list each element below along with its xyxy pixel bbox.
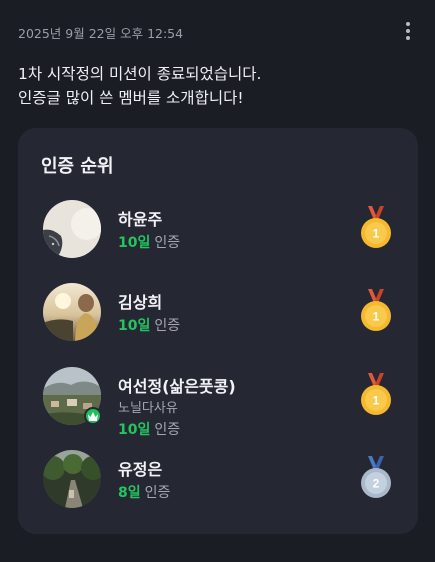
message-line-1: 1차 시작정의 미션이 종료되었습니다. [18, 65, 262, 83]
member-name: 김상희 [118, 293, 163, 312]
member-name: 여선정(삶은풋콩) [118, 377, 236, 396]
avatar[interactable] [43, 283, 101, 341]
days-value: 10일 [118, 422, 151, 438]
silver-medal-icon: 2 [361, 456, 391, 498]
ranking-row[interactable]: 여선정(삶은풋콩) 노닐다사유 10일 인증 1 [43, 367, 393, 438]
certification-count: 8일 인증 [118, 482, 170, 502]
gold-medal-icon: 1 [361, 289, 391, 331]
kebab-dot-icon [406, 22, 410, 26]
gold-medal-icon: 1 [361, 373, 391, 415]
days-label: 인증 [154, 318, 181, 334]
days-label: 인증 [154, 422, 181, 438]
post-message: 1차 시작정의 미션이 종료되었습니다. 인증글 많이 쓴 멤버를 소개합니다! [18, 62, 261, 110]
days-value: 10일 [118, 318, 151, 334]
post-timestamp: 2025년 9월 22일 오후 12:54 [18, 26, 184, 41]
days-label: 인증 [154, 235, 181, 251]
member-name: 하윤주 [118, 210, 163, 229]
medal-rank: 1 [373, 310, 380, 324]
certification-count: 10일 인증 [118, 232, 180, 252]
avatar[interactable] [43, 200, 101, 258]
ranking-card: 인증 순위 하윤주 10일 인증 1 김상희 10일 인증 1 여선정(삶은풋콩… [18, 128, 418, 534]
leader-crown-badge [84, 407, 102, 425]
avatar[interactable] [43, 450, 101, 508]
member-subtitle: 노닐다사유 [118, 401, 178, 416]
gold-medal-icon: 1 [361, 206, 391, 248]
days-label: 인증 [144, 485, 171, 501]
certification-count: 10일 인증 [118, 419, 180, 439]
days-value: 8일 [118, 485, 141, 501]
certification-count: 10일 인증 [118, 315, 180, 335]
member-name: 유정은 [118, 460, 163, 479]
crown-icon [88, 411, 98, 421]
ranking-title: 인증 순위 [41, 156, 114, 177]
more-options-button[interactable] [401, 22, 415, 40]
medal-rank: 1 [373, 227, 380, 241]
days-value: 10일 [118, 235, 151, 251]
medal-rank: 1 [373, 394, 380, 408]
message-line-2: 인증글 많이 쓴 멤버를 소개합니다! [18, 89, 244, 107]
ranking-row[interactable]: 유정은 8일 인증 2 [43, 450, 393, 512]
medal-rank: 2 [373, 477, 380, 491]
ranking-row[interactable]: 하윤주 10일 인증 1 [43, 200, 393, 262]
kebab-dot-icon [406, 36, 410, 40]
kebab-dot-icon [406, 29, 410, 33]
ranking-row[interactable]: 김상희 10일 인증 1 [43, 283, 393, 345]
